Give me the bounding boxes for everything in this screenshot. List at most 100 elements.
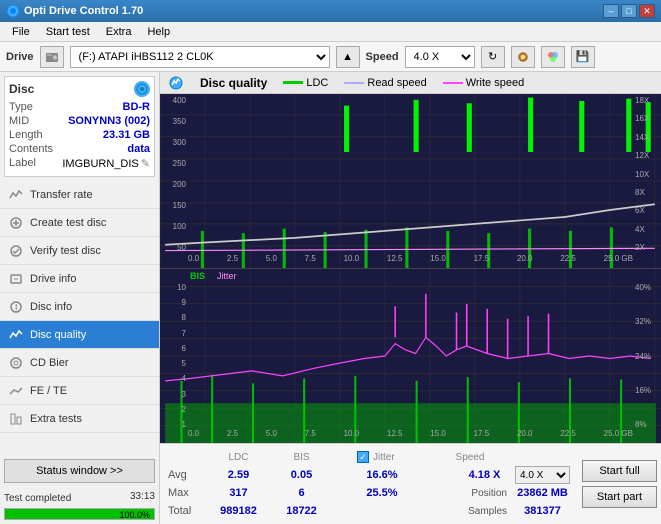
status-window-button[interactable]: Status window >> bbox=[4, 459, 155, 483]
avg-label: Avg bbox=[168, 469, 203, 481]
sidebar-item-create-test-disc[interactable]: Create test disc bbox=[0, 209, 159, 237]
sidebar-cd-bier-label: CD Bier bbox=[30, 357, 69, 369]
close-button[interactable]: ✕ bbox=[639, 4, 655, 18]
stats-section: LDC BIS ✓ Jitter Speed Avg 2.59 0.05 bbox=[160, 444, 578, 524]
app-title: Opti Drive Control 1.70 bbox=[24, 5, 603, 17]
drive-icon-btn[interactable] bbox=[40, 46, 64, 68]
disc-header-label: Disc bbox=[9, 82, 34, 96]
time-text: 33:13 bbox=[130, 491, 155, 506]
disc-icon[interactable] bbox=[134, 81, 150, 97]
minimize-button[interactable]: – bbox=[603, 4, 619, 18]
read-color bbox=[344, 82, 364, 84]
progress-area: Test completed 33:13 100.0% bbox=[0, 487, 159, 524]
speed-col-header: Speed bbox=[440, 452, 500, 463]
type-key: Type bbox=[9, 101, 33, 113]
sidebar-extra-tests-label: Extra tests bbox=[30, 413, 82, 425]
jitter-check[interactable]: ✓ bbox=[357, 451, 369, 463]
avg-speed: 4.18 X bbox=[462, 469, 507, 481]
menu-extra[interactable]: Extra bbox=[98, 24, 140, 40]
start-part-button[interactable]: Start part bbox=[582, 486, 657, 508]
maximize-button[interactable]: □ bbox=[621, 4, 637, 18]
menu-file[interactable]: File bbox=[4, 24, 38, 40]
action-buttons: Start full Start part bbox=[578, 444, 661, 524]
lower-chart-legend: BIS Jitter bbox=[190, 271, 237, 281]
menu-start-test[interactable]: Start test bbox=[38, 24, 98, 40]
window-controls: – □ ✕ bbox=[603, 4, 655, 18]
mid-val: SONYNN3 (002) bbox=[68, 115, 150, 127]
legend-read-label: Read speed bbox=[367, 77, 426, 89]
upper-chart-svg bbox=[160, 94, 661, 268]
drive-select[interactable]: (F:) ATAPI iHBS112 2 CL0K bbox=[70, 46, 330, 68]
sidebar-disc-info-label: Disc info bbox=[30, 301, 72, 313]
bottom-panel: LDC BIS ✓ Jitter Speed Avg 2.59 0.05 bbox=[160, 443, 661, 524]
y-axis-left-upper: 400 350 300 250 200 150 100 50 bbox=[160, 94, 188, 254]
x-axis-lower: 0.0 2.5 5.0 7.5 10.0 12.5 15.0 17.5 20.0… bbox=[188, 429, 633, 443]
total-bis: 18722 bbox=[274, 505, 329, 517]
sidebar-item-drive-info[interactable]: Drive info bbox=[0, 265, 159, 293]
disc-quality-icon bbox=[8, 327, 24, 343]
sidebar-transfer-rate-label: Transfer rate bbox=[30, 189, 93, 201]
sidebar-item-fe-te[interactable]: FE / TE bbox=[0, 377, 159, 405]
max-position: 23862 MB bbox=[515, 487, 570, 499]
length-val: 23.31 GB bbox=[103, 129, 150, 141]
lower-chart: BIS Jitter bbox=[160, 269, 661, 443]
progress-percent: 100.0% bbox=[119, 509, 150, 521]
disc-info-icon: i bbox=[8, 299, 24, 315]
color-button[interactable] bbox=[541, 46, 565, 68]
position-label: Position bbox=[462, 488, 507, 499]
sidebar-item-extra-tests[interactable]: Extra tests bbox=[0, 405, 159, 433]
sidebar-item-verify-test-disc[interactable]: Verify test disc bbox=[0, 237, 159, 265]
contents-key: Contents bbox=[9, 143, 53, 155]
y-label-300: 300 bbox=[160, 138, 188, 147]
transfer-rate-icon bbox=[8, 187, 24, 203]
y-label-200: 200 bbox=[160, 180, 188, 189]
legend-write: Write speed bbox=[443, 77, 525, 89]
save-button[interactable]: 💾 bbox=[571, 46, 595, 68]
jitter-col-header: Jitter bbox=[373, 452, 395, 463]
total-label: Total bbox=[168, 505, 203, 517]
start-full-button[interactable]: Start full bbox=[582, 460, 657, 482]
y-axis-right-upper: 18X 16X 14X 12X 10X 8X 6X 4X 2X bbox=[633, 94, 661, 254]
fe-te-icon bbox=[8, 383, 24, 399]
jitter-checkbox-area[interactable]: ✓ Jitter bbox=[357, 451, 395, 463]
settings-button[interactable] bbox=[511, 46, 535, 68]
sidebar-verify-disc-label: Verify test disc bbox=[30, 245, 101, 257]
menu-help[interactable]: Help bbox=[139, 24, 178, 40]
bis-legend-label: BIS bbox=[190, 271, 205, 281]
y-label-50: 50 bbox=[160, 243, 188, 252]
sidebar-item-cd-bier[interactable]: CD Bier bbox=[0, 349, 159, 377]
x-axis-upper: 0.0 2.5 5.0 7.5 10.0 12.5 15.0 17.5 20.0… bbox=[188, 254, 633, 268]
sidebar-item-disc-quality[interactable]: Disc quality bbox=[0, 321, 159, 349]
extra-tests-icon bbox=[8, 411, 24, 427]
speed-label: Speed bbox=[366, 51, 399, 63]
avg-bis: 0.05 bbox=[274, 469, 329, 481]
max-ldc: 317 bbox=[211, 487, 266, 499]
y-label-100: 100 bbox=[160, 222, 188, 231]
avg-jitter: 16.6% bbox=[357, 469, 407, 481]
refresh-button[interactable]: ↻ bbox=[481, 46, 505, 68]
ldc-col-header: LDC bbox=[211, 452, 266, 463]
bis-col-header: BIS bbox=[274, 452, 329, 463]
mid-key: MID bbox=[9, 115, 29, 127]
sidebar-item-transfer-rate[interactable]: Transfer rate bbox=[0, 181, 159, 209]
disc-quality-header-icon bbox=[168, 75, 184, 91]
main-layout: Disc Type BD-R MID SONYNN3 (002) Length … bbox=[0, 72, 661, 524]
write-color bbox=[443, 82, 463, 84]
y-axis-left-lower: 10 9 8 7 6 5 4 3 2 1 bbox=[160, 283, 188, 429]
eject-button[interactable]: ▲ bbox=[336, 46, 360, 68]
status-text: Test completed bbox=[4, 491, 71, 506]
length-key: Length bbox=[9, 129, 43, 141]
sidebar: Disc Type BD-R MID SONYNN3 (002) Length … bbox=[0, 72, 160, 524]
label-key: Label bbox=[9, 157, 36, 170]
sidebar-item-disc-info[interactable]: i Disc info bbox=[0, 293, 159, 321]
edit-icon[interactable]: ✎ bbox=[141, 157, 150, 170]
speed-dropdown[interactable]: 4.0 X bbox=[515, 466, 570, 484]
y-label-250: 250 bbox=[160, 159, 188, 168]
max-bis: 6 bbox=[274, 487, 329, 499]
progress-bar: 100.0% bbox=[4, 508, 155, 520]
speed-select[interactable]: 4.0 X bbox=[405, 46, 475, 68]
max-jitter: 25.5% bbox=[357, 487, 407, 499]
drive-bar: Drive (F:) ATAPI iHBS112 2 CL0K ▲ Speed … bbox=[0, 42, 661, 72]
legend-write-label: Write speed bbox=[466, 77, 525, 89]
sidebar-create-disc-label: Create test disc bbox=[30, 217, 106, 229]
